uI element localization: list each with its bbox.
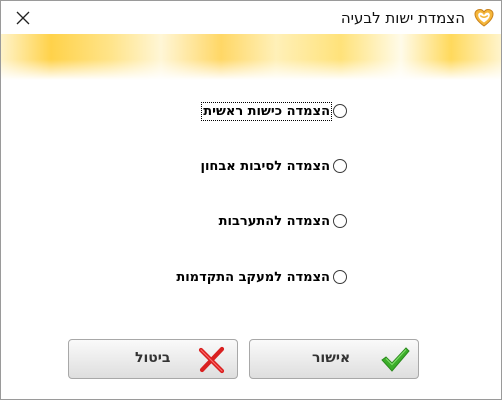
radio-button[interactable] [333,270,347,284]
radio-button[interactable] [333,159,347,173]
cancel-button[interactable]: ביטול [68,339,238,379]
red-x-icon [198,346,225,374]
cancel-button-label: ביטול [135,350,171,366]
confirm-button-label: אישור [312,350,351,366]
option-label: הצמדה להתערבות [218,213,330,229]
option-label: הצמדה למעקב התקדמות [176,269,330,285]
green-check-icon [381,347,410,372]
option-intervention[interactable]: הצמדה להתערבות [218,210,347,232]
radio-button[interactable] [333,104,347,118]
confirm-button[interactable]: אישור [249,339,419,379]
option-main-entity[interactable]: הצמדה כישות ראשית [201,100,347,122]
option-diagnosis-reasons[interactable]: הצמדה לסיבות אבחון [200,155,347,177]
dialog-window: הצמדת ישות לבעיה הצמדה כישות ראשית הצמדה… [0,0,502,400]
radio-button[interactable] [333,214,347,228]
option-label: הצמדה לסיבות אבחון [200,158,331,174]
option-label: הצמדה כישות ראשית [201,101,332,121]
option-progress-tracking[interactable]: הצמדה למעקב התקדמות [175,266,347,288]
